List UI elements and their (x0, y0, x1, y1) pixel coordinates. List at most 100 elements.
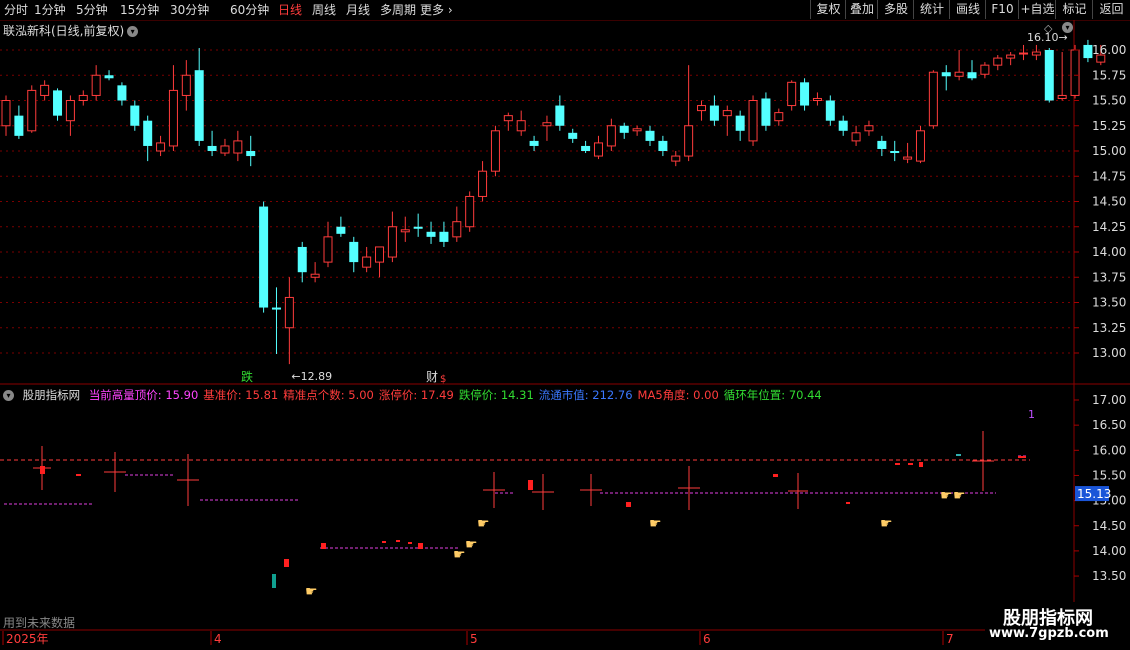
candle-body (915, 130, 925, 162)
candle (800, 78, 810, 111)
candle-body (516, 120, 526, 132)
candle (1096, 44, 1106, 66)
indicator-field-5: 流通市值: 212.76 (538, 388, 633, 402)
candle-body (91, 74, 101, 96)
candle (709, 95, 719, 126)
candle (967, 60, 977, 81)
candle-body (967, 72, 977, 79)
hand-pointer-icon: ☛ (465, 537, 478, 553)
candle-body (748, 100, 758, 142)
candle (619, 122, 629, 139)
chevron-down-icon[interactable]: ▾ (1062, 22, 1073, 33)
candle-body (941, 72, 951, 77)
main-axis-tick-label: 13.25 (1092, 321, 1126, 335)
toolbar-button-0[interactable]: 复权 (810, 0, 846, 19)
candle-body (709, 105, 719, 121)
candle-body (825, 100, 835, 121)
period-tab-6[interactable]: 日线 (278, 2, 302, 18)
candle-body (53, 90, 63, 116)
period-tab-8[interactable]: 月线 (346, 2, 370, 18)
signal-mark (418, 543, 423, 549)
candle (490, 125, 500, 177)
main-axis-tick-label: 13.50 (1092, 296, 1126, 310)
toolbar-button-7[interactable]: 标记 (1055, 0, 1093, 19)
candle-body (555, 105, 565, 126)
main-axis-tick-label: 15.50 (1092, 94, 1126, 108)
candle-body (606, 125, 616, 147)
candle (864, 120, 874, 136)
toolbar-button-1[interactable]: 叠加 (845, 0, 878, 19)
candle (903, 142, 913, 164)
indicator-field-3: 涨停价: 17.49 (378, 388, 454, 402)
candle-body (310, 273, 320, 278)
future-data-note: 用到未来数据 (3, 616, 76, 630)
hand-pointer-icon: ☛ (880, 516, 893, 532)
signal-mark (382, 541, 386, 543)
signal-mark (908, 463, 913, 465)
period-tab-1[interactable]: 1分钟 (34, 2, 66, 18)
candle (851, 125, 861, 146)
candle-body (1006, 54, 1016, 59)
candle (542, 115, 552, 141)
candle-body (632, 128, 642, 132)
candle (53, 88, 63, 121)
candle (838, 115, 848, 136)
toolbar-button-5[interactable]: F10 (985, 0, 1019, 19)
candle (1006, 52, 1016, 66)
candle (1044, 47, 1054, 103)
candle (645, 125, 655, 146)
chevron-down-icon[interactable]: ▾ (3, 390, 14, 401)
indicator-axis-tick-label: 14.50 (1092, 519, 1126, 533)
candle (697, 100, 707, 121)
toolbar-button-6[interactable]: +自选 (1018, 0, 1056, 19)
candle-body (954, 71, 964, 77)
date-tick-label: 5 (470, 632, 478, 646)
candle-body (851, 132, 861, 142)
candle (271, 287, 281, 355)
candle (529, 135, 539, 151)
indicator-name: 股朋指标网 (22, 388, 81, 402)
candle (787, 80, 797, 111)
hand-pointer-icon: ☛ (649, 516, 662, 532)
candle-body (1070, 49, 1080, 96)
period-tab-3[interactable]: 15分钟 (120, 2, 159, 18)
candle-body (877, 140, 887, 149)
period-tab-10[interactable]: 更多 › (420, 2, 453, 18)
candle (104, 70, 114, 81)
candle-body (800, 82, 810, 106)
indicator-axis-tick-label: 16.00 (1092, 443, 1126, 457)
toolbar-button-2[interactable]: 多股 (877, 0, 914, 19)
candle-body (1044, 50, 1054, 101)
period-tab-7[interactable]: 周线 (312, 2, 336, 18)
candle (812, 92, 822, 106)
toolbar-button-3[interactable]: 统计 (913, 0, 950, 19)
main-axis-tick-label: 15.25 (1092, 119, 1126, 133)
period-tab-5[interactable]: 60分钟 (230, 2, 269, 18)
toolbar-button-4[interactable]: 画线 (949, 0, 986, 19)
indicator-axis-tick-label: 13.50 (1092, 569, 1126, 583)
candle-body (761, 98, 771, 126)
period-tab-0[interactable]: 分时 (4, 2, 28, 18)
candle (426, 221, 436, 244)
period-tab-9[interactable]: 多周期 (380, 2, 416, 18)
candle (890, 140, 900, 162)
diamond-icon[interactable]: ◇ (1044, 22, 1052, 35)
candle (130, 100, 140, 131)
chevron-down-icon[interactable]: ▾ (127, 26, 139, 37)
candle-body (323, 236, 333, 263)
signal-mark (1018, 456, 1026, 458)
candle (1083, 39, 1093, 63)
candle-body (490, 130, 500, 172)
candle-body (697, 105, 707, 112)
candle-body (452, 221, 462, 238)
candle-body (259, 206, 269, 308)
period-tab-2[interactable]: 5分钟 (76, 2, 108, 18)
candle (671, 151, 681, 167)
signal-mark (919, 462, 923, 467)
signal-mark-teal (956, 454, 961, 456)
signal-mark (846, 502, 850, 504)
toolbar-button-8[interactable]: 返回 (1092, 0, 1130, 19)
date-tick-label: 2025年 (6, 632, 49, 646)
candle-body (375, 246, 385, 263)
period-tab-4[interactable]: 30分钟 (170, 2, 209, 18)
